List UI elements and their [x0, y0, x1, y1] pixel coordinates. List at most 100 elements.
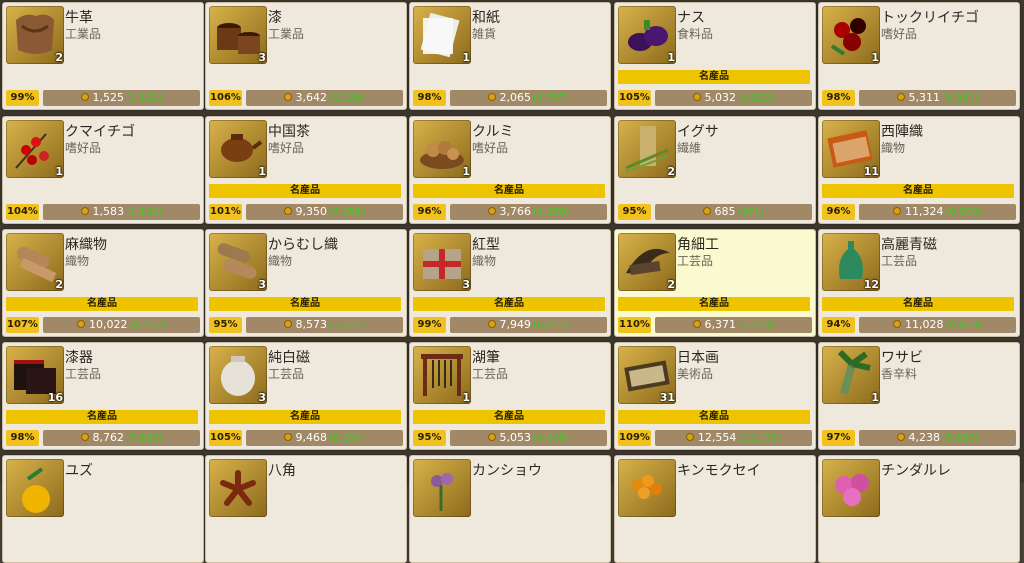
item-name: チンダルレ	[881, 463, 951, 479]
item-category: 繊維	[677, 141, 702, 155]
current-price: 8,573	[295, 318, 328, 331]
yuzu-icon	[6, 459, 64, 517]
item-name: キンモクセイ	[677, 463, 761, 479]
current-price: 1,583	[92, 205, 125, 218]
item-card[interactable]: 2 イグサ 繊維 95% 685 (371)	[614, 116, 816, 224]
item-category: 雑貨	[472, 27, 497, 41]
item-card[interactable]: キンモクセイ	[614, 455, 816, 563]
item-card[interactable]: 3 純白磁 工芸品 名産品 105% 9,468 (8,094)	[205, 342, 407, 450]
item-card[interactable]: 11 西陣織 織物 名産品 96% 11,324 (9,970)	[818, 116, 1020, 224]
item-card[interactable]: 1 中国茶 嗜好品 名産品 101% 9,350 (7,951)	[205, 116, 407, 224]
previous-price: (9,073)	[945, 320, 982, 331]
specialty-badge: 名産品	[209, 297, 401, 311]
current-price: 10,022	[89, 318, 128, 331]
current-price: 9,468	[295, 431, 328, 444]
price-percent-badge: 110%	[618, 317, 651, 333]
item-name: 漆	[268, 10, 282, 26]
item-quantity: 1	[667, 51, 675, 64]
price-percent-badge: 95%	[618, 204, 651, 220]
current-price: 11,324	[905, 205, 944, 218]
item-card[interactable]: 2 角細工 工芸品 名産品 110% 6,371 (5,279)	[614, 229, 816, 337]
rush-grass-icon: 2	[618, 120, 676, 178]
gold-coin-icon	[893, 320, 902, 328]
item-category: 美術品	[677, 367, 714, 381]
item-name: 和紙	[472, 10, 500, 26]
price-percent-badge: 105%	[618, 90, 651, 106]
price-percent-badge: 98%	[822, 90, 855, 106]
price-percent-badge: 96%	[822, 204, 855, 220]
item-card[interactable]: 2 麻織物 織物 名産品 107% 10,022 (8,577)	[2, 229, 204, 337]
price-percent-badge: 105%	[209, 430, 242, 446]
item-card[interactable]: チンダルレ	[818, 455, 1020, 563]
item-quantity: 2	[667, 165, 675, 178]
item-card[interactable]: 31 日本画 美術品 名産品 109% 12,554 (11,172)	[614, 342, 816, 450]
leather-hide-icon: 2	[6, 6, 64, 64]
previous-price: (3,150)	[533, 207, 570, 218]
item-card[interactable]: 2 牛革 工業品 99% 1,525 (1,159)	[2, 2, 204, 110]
item-card[interactable]: 3 紅型 織物 名産品 99% 7,949 (6,857)	[409, 229, 611, 337]
item-card[interactable]: 12 高麗青磁 工芸品 名産品 94% 11,028 (9,073)	[818, 229, 1020, 337]
price-percent-badge: 96%	[413, 204, 446, 220]
item-card[interactable]: 1 クルミ 嗜好品 名産品 96% 3,766 (3,150)	[409, 116, 611, 224]
painting-scroll-icon: 31	[618, 346, 676, 404]
price-box: 5,311 (4,381)	[859, 90, 1016, 106]
price-percent-badge: 94%	[822, 317, 855, 333]
price-box: 2,065 (1,757)	[450, 90, 607, 106]
specialty-badge: 名産品	[209, 184, 401, 198]
item-card[interactable]: 1 湖筆 工芸品 名産品 95% 5,053 (4,045)	[409, 342, 611, 450]
item-card[interactable]: 1 クマイチゴ 嗜好品 104% 1,583 (1,160)	[2, 116, 204, 224]
item-category: 嗜好品	[881, 27, 918, 41]
item-name: クマイチゴ	[65, 124, 135, 140]
item-quantity: 1	[55, 165, 63, 178]
item-card[interactable]: 1 和紙 雑貨 98% 2,065 (1,757)	[409, 2, 611, 110]
specialty-badge: 名産品	[413, 410, 605, 424]
item-quantity: 3	[462, 278, 470, 291]
specialty-badge: 名産品	[618, 297, 810, 311]
previous-price: (4,522)	[738, 93, 775, 104]
item-card[interactable]: 16 漆器 工芸品 名産品 98% 8,762 (7,583)	[2, 342, 204, 450]
gold-coin-icon	[283, 207, 292, 215]
item-card[interactable]: カンショウ	[409, 455, 611, 563]
item-quantity: 3	[258, 391, 266, 404]
gold-coin-icon	[487, 207, 496, 215]
specialty-badge: 名産品	[822, 184, 1014, 198]
price-box: 8,573 (7,527)	[246, 317, 403, 333]
price-box: 1,525 (1,159)	[43, 90, 200, 106]
current-price: 685	[714, 205, 736, 218]
item-quantity: 1	[871, 391, 879, 404]
item-category: 織物	[881, 141, 906, 155]
price-box: 10,022 (8,577)	[43, 317, 200, 333]
price-box: 1,583 (1,160)	[43, 204, 200, 220]
item-card[interactable]: 3 漆工業品 106% 3,642 (3,196)	[205, 2, 407, 110]
gold-coin-icon	[283, 320, 292, 328]
item-quantity: 12	[863, 278, 879, 291]
brush-rack-icon: 1	[413, 346, 471, 404]
item-quantity: 1	[462, 51, 470, 64]
current-price: 8,762	[92, 431, 125, 444]
item-card[interactable]: 1 ナス 食料品 名産品 105% 5,032 (4,522)	[614, 2, 816, 110]
previous-price: (8,577)	[129, 320, 166, 331]
previous-price: (371)	[737, 207, 765, 218]
gold-coin-icon	[487, 433, 496, 441]
item-name: トックリイチゴ	[881, 10, 979, 26]
item-card[interactable]: ユズ	[2, 455, 204, 563]
item-category: 織物	[472, 254, 497, 268]
item-card[interactable]: 1 ワサビ 香辛料 97% 4,238 (3,632)	[818, 342, 1020, 450]
item-category: 織物	[65, 254, 90, 268]
price-box: 8,762 (7,583)	[43, 430, 200, 446]
gold-coin-icon	[896, 93, 905, 101]
gold-coin-icon	[487, 93, 496, 101]
item-card[interactable]: 3 からむし織 織物 名産品 95% 8,573 (7,527)	[205, 229, 407, 337]
item-card[interactable]: 八角	[205, 455, 407, 563]
previous-price: (3,196)	[329, 93, 366, 104]
item-card[interactable]: 1 トックリイチゴ 嗜好品 98% 5,311 (4,381)	[818, 2, 1020, 110]
item-name: 高麗青磁	[881, 237, 937, 253]
trade-goods-grid: 2 牛革 工業品 99% 1,525 (1,159) 3 漆工業品 106% 3,642 (3,19…	[0, 0, 1024, 563]
item-quantity: 2	[667, 278, 675, 291]
current-price: 2,065	[499, 91, 532, 104]
walnut-basket-icon: 1	[413, 120, 471, 178]
item-quantity: 11	[863, 165, 879, 178]
item-category: 工業品	[65, 27, 102, 41]
item-category: 食料品	[677, 27, 714, 41]
berry-icon: 1	[822, 6, 880, 64]
